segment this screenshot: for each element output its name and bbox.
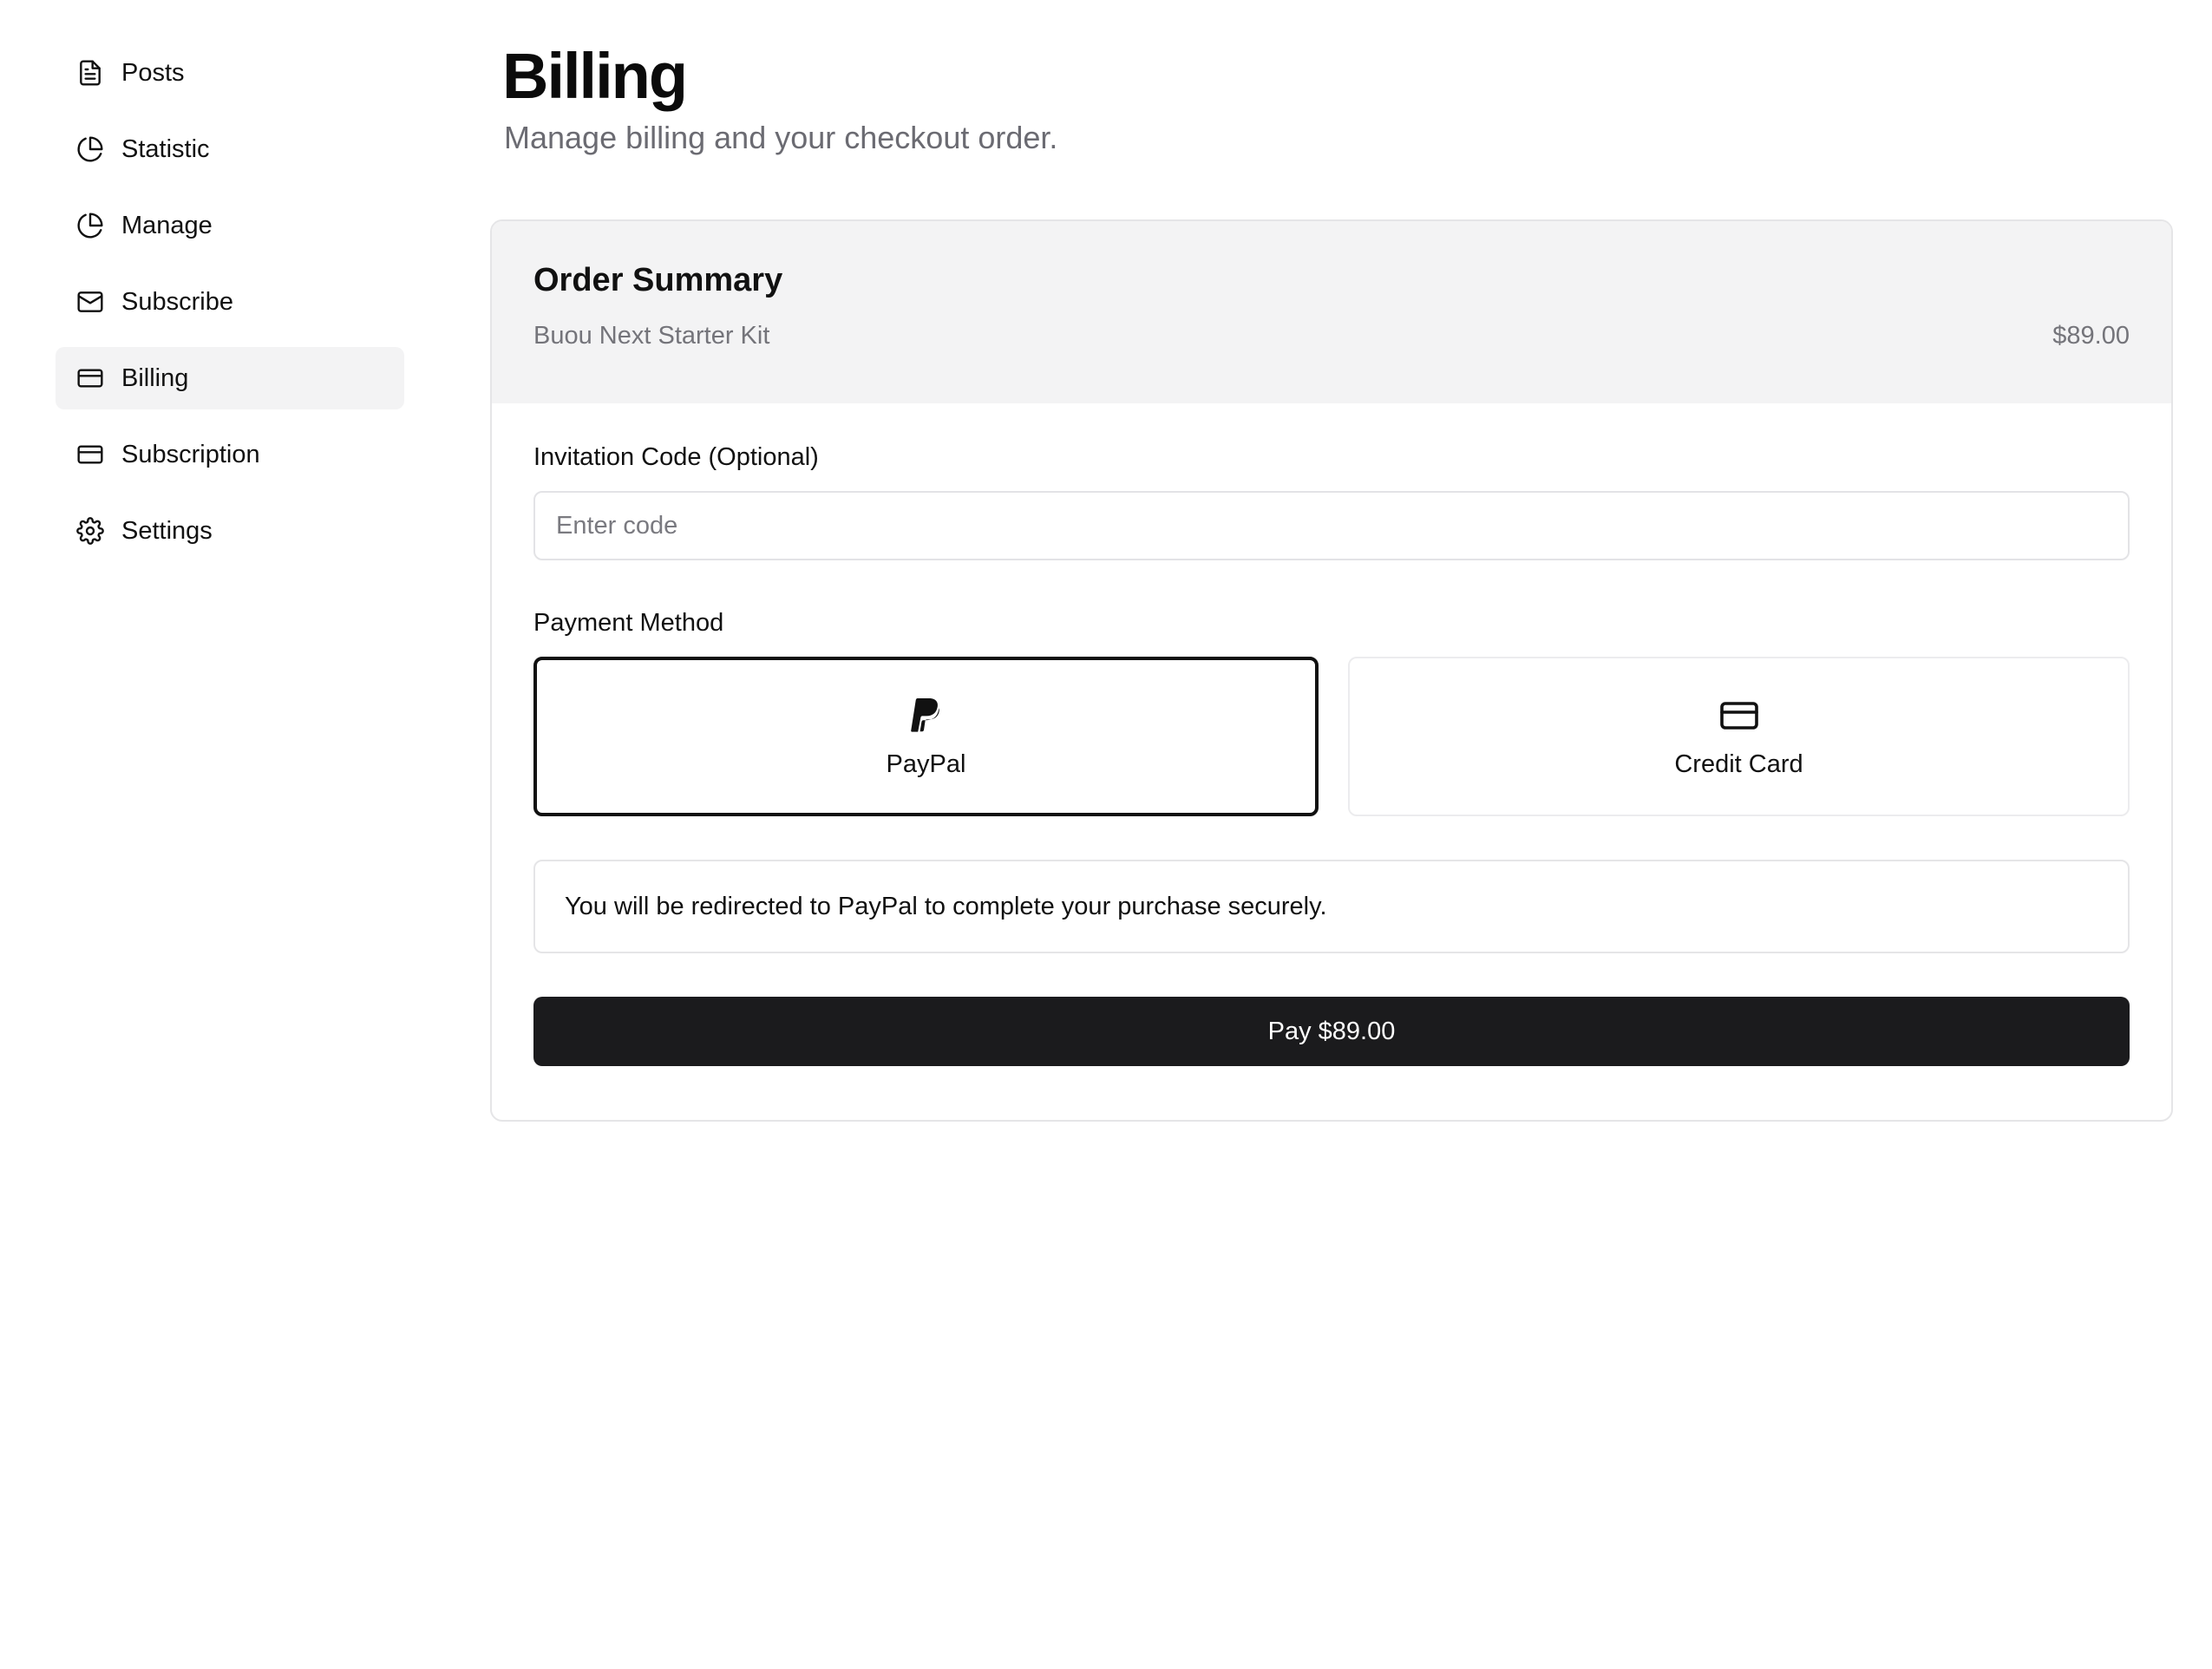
sidebar-item-subscribe[interactable]: Subscribe: [56, 271, 404, 333]
sidebar-item-billing[interactable]: Billing: [56, 347, 404, 409]
credit-card-icon: [76, 441, 104, 468]
sidebar-item-label: Manage: [121, 211, 213, 239]
checkout-card: Order Summary Buou Next Starter Kit $89.…: [490, 219, 2173, 1122]
gear-icon: [76, 517, 104, 545]
order-item-name: Buou Next Starter Kit: [533, 322, 770, 350]
sidebar-item-label: Subscription: [121, 440, 260, 468]
main-content: Billing Manage billing and your checkout…: [490, 35, 2173, 1122]
order-summary: Order Summary Buou Next Starter Kit $89.…: [492, 221, 2171, 403]
sidebar-item-label: Subscribe: [121, 287, 233, 316]
payment-method-label: Payment Method: [533, 609, 724, 637]
sidebar-item-posts[interactable]: Posts: [56, 42, 404, 104]
sidebar-item-statistic[interactable]: Statistic: [56, 118, 404, 180]
invitation-code-label: Invitation Code (Optional): [533, 443, 819, 471]
credit-card-icon: [76, 364, 104, 392]
sidebar-item-label: Settings: [121, 516, 213, 545]
file-text-icon: [76, 59, 104, 87]
sidebar-item-settings[interactable]: Settings: [56, 500, 404, 562]
sidebar-item-label: Posts: [121, 58, 185, 87]
pay-button[interactable]: Pay $89.00: [533, 997, 2130, 1066]
sidebar-item-subscription[interactable]: Subscription: [56, 423, 404, 486]
credit-card-icon: [1718, 695, 1760, 736]
sidebar: Posts Statistic Manage Subscribe Billing…: [56, 42, 404, 576]
sidebar-item-manage[interactable]: Manage: [56, 194, 404, 257]
order-summary-title: Order Summary: [533, 262, 783, 298]
mail-icon: [76, 288, 104, 316]
payment-method-options: PayPal Credit Card: [533, 657, 2130, 816]
sidebar-item-label: Billing: [121, 363, 189, 392]
payment-option-credit-card[interactable]: Credit Card: [1348, 657, 2130, 816]
sidebar-item-label: Statistic: [121, 134, 210, 163]
checkout-form: Invitation Code (Optional) Payment Metho…: [492, 403, 2171, 1066]
page-subtitle: Manage billing and your checkout order.: [504, 120, 1058, 155]
page-title: Billing: [502, 40, 688, 112]
payment-option-label: Credit Card: [1674, 749, 1803, 778]
order-line-item: Buou Next Starter Kit $89.00: [533, 322, 2130, 350]
pie-chart-icon: [76, 135, 104, 163]
payment-option-label: PayPal: [886, 749, 966, 778]
order-item-price: $89.00: [2052, 322, 2130, 350]
invitation-code-input[interactable]: [533, 491, 2130, 560]
paypal-icon: [906, 695, 947, 736]
paypal-redirect-notice: You will be redirected to PayPal to comp…: [533, 860, 2130, 953]
pie-chart-icon: [76, 212, 104, 239]
payment-option-paypal[interactable]: PayPal: [533, 657, 1319, 816]
